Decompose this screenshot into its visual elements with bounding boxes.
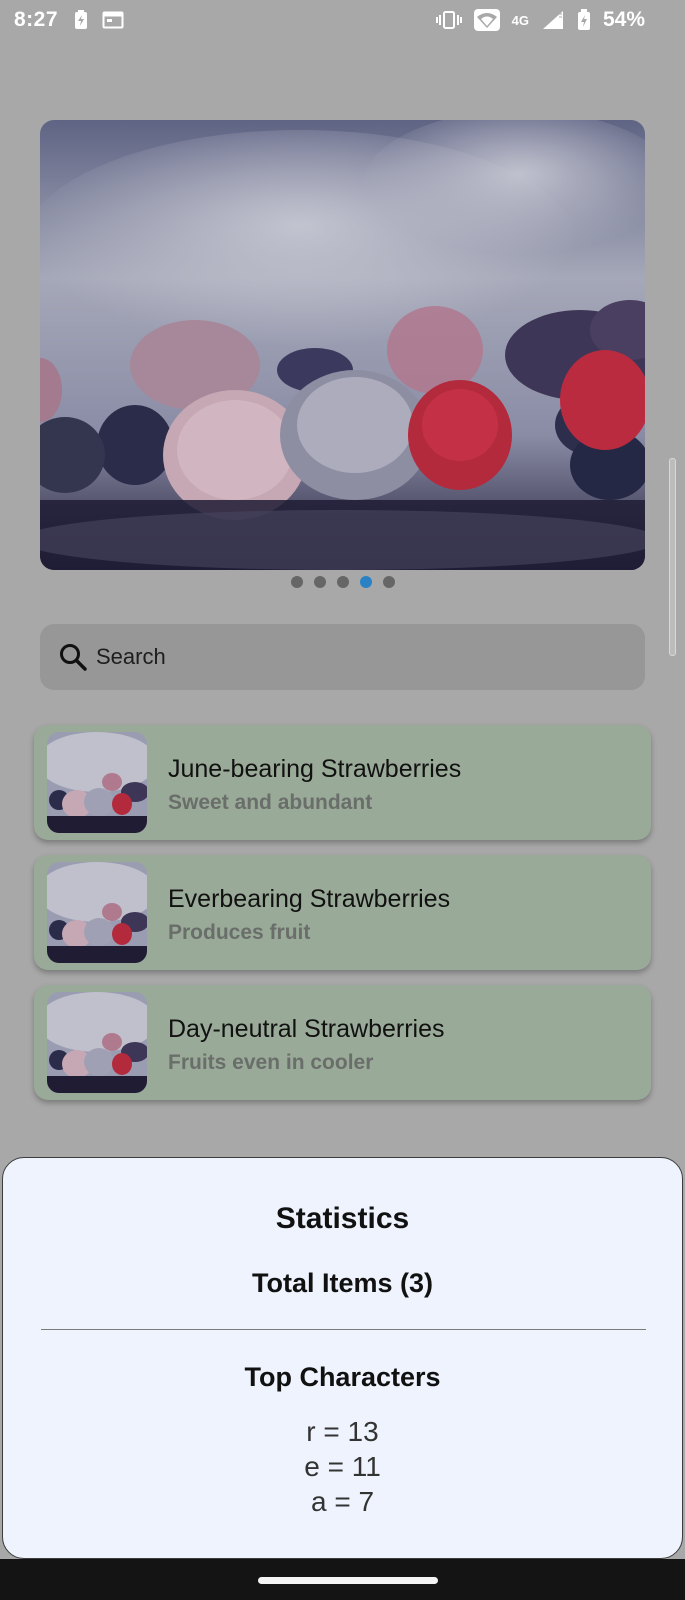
- char-count: a = 7: [310, 1486, 375, 1517]
- battery-percent: 54%: [602, 8, 645, 31]
- calendar-icon: [102, 11, 124, 29]
- search-bar[interactable]: [40, 624, 645, 690]
- item-title: Everbearing Strawberries: [168, 885, 451, 913]
- item-thumbnail: [47, 992, 147, 1093]
- char-count: r = 13: [306, 1416, 379, 1447]
- item-thumbnail: [47, 732, 147, 833]
- list-item[interactable]: June-bearing Strawberries Sweet and abun…: [34, 725, 651, 840]
- battery-icon: [577, 9, 590, 30]
- carousel-dot[interactable]: [336, 576, 349, 588]
- total-items: Total Items (3): [251, 1268, 434, 1298]
- carousel-dot[interactable]: [313, 576, 326, 588]
- home-indicator[interactable]: [258, 1577, 438, 1584]
- list-item[interactable]: Everbearing Strawberries Produces fruit: [34, 855, 651, 970]
- battery-saver-icon: [75, 10, 87, 29]
- berries-image: [40, 120, 645, 570]
- search-input[interactable]: [94, 643, 578, 671]
- char-count: e = 11: [304, 1451, 381, 1482]
- item-list: June-bearing Strawberries Sweet and abun…: [34, 725, 651, 1115]
- item-thumbnail: [47, 862, 147, 963]
- divider: [41, 1329, 646, 1330]
- status-bar: 8:27 4G 54%: [0, 0, 685, 44]
- vibrate-icon: [435, 11, 462, 29]
- status-time: 8:27: [14, 8, 59, 31]
- item-title: Day-neutral Strawberries: [168, 1015, 445, 1043]
- scrollbar[interactable]: [669, 458, 676, 656]
- search-icon: [60, 644, 87, 671]
- carousel-pagination: [0, 576, 685, 588]
- item-subtitle: Fruits even in cooler: [168, 1051, 374, 1074]
- image-carousel[interactable]: [40, 120, 645, 570]
- item-title: June-bearing Strawberries: [168, 755, 462, 783]
- carousel-dot[interactable]: [290, 576, 303, 588]
- statistics-bottom-sheet: Statistics Total Items (3) Top Character…: [2, 1157, 683, 1559]
- top-characters-list: r = 13 e = 11 a = 7: [3, 1414, 682, 1519]
- top-characters-title: Top Characters: [244, 1362, 441, 1392]
- list-item[interactable]: Day-neutral Strawberries Fruits even in …: [34, 985, 651, 1100]
- item-subtitle: Sweet and abundant: [168, 791, 373, 814]
- network-type: 4G: [511, 12, 529, 28]
- wifi-icon: [473, 9, 500, 31]
- carousel-dot-active[interactable]: [359, 576, 372, 588]
- signal-icon: [542, 11, 563, 29]
- carousel-dot[interactable]: [382, 576, 395, 588]
- statistics-title: Statistics: [275, 1202, 410, 1235]
- item-subtitle: Produces fruit: [168, 921, 311, 944]
